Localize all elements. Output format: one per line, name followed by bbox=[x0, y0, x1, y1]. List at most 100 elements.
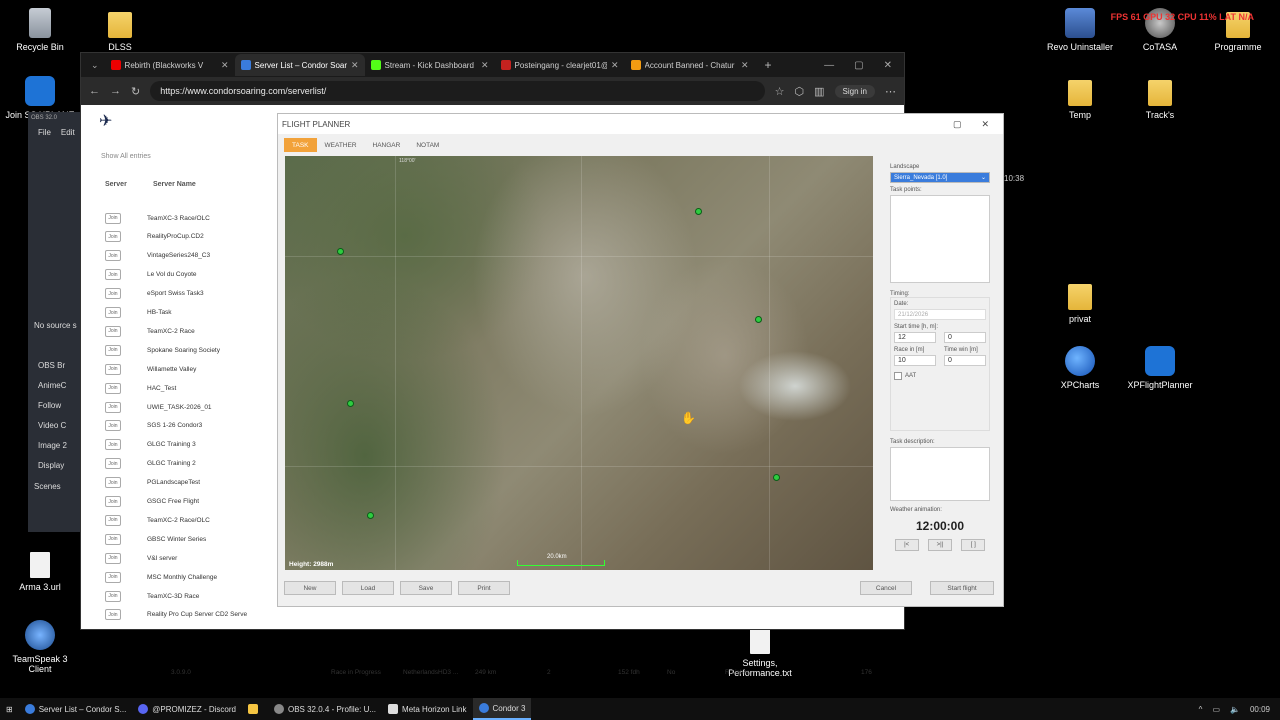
load-button[interactable]: Load bbox=[342, 581, 394, 595]
race-in-stepper[interactable]: 10 bbox=[894, 355, 936, 366]
save-button[interactable]: Save bbox=[400, 581, 452, 595]
close-icon[interactable]: ✕ bbox=[981, 119, 989, 130]
join-button[interactable]: Join bbox=[105, 344, 121, 356]
landscape-select[interactable]: Sierra_Nevada [1.0] ⌄ bbox=[890, 172, 990, 183]
tab-list-icon[interactable]: ⌄ bbox=[85, 60, 105, 71]
tab-hangar[interactable]: HANGAR bbox=[365, 138, 409, 152]
anim-rewind-button[interactable]: |< bbox=[894, 539, 919, 551]
desktop-icon-xpcharts[interactable]: XPCharts bbox=[1040, 346, 1120, 390]
airport-marker[interactable] bbox=[755, 316, 762, 323]
join-button[interactable]: Join bbox=[105, 307, 121, 318]
obs-source-item[interactable]: Follow bbox=[38, 396, 80, 416]
join-button[interactable]: Join bbox=[105, 571, 121, 583]
join-button[interactable]: Join bbox=[105, 363, 121, 375]
anim-stop-button[interactable]: [ ] bbox=[961, 539, 986, 551]
network-icon[interactable]: ▭ bbox=[1212, 705, 1220, 714]
clock[interactable]: 00:09 bbox=[1250, 705, 1270, 714]
task-description-field[interactable] bbox=[890, 447, 990, 501]
airport-marker[interactable] bbox=[367, 512, 374, 519]
join-button[interactable]: Join bbox=[105, 325, 121, 337]
taskbar-item-obs[interactable]: OBS 32.0.4 - Profile: U... bbox=[268, 698, 382, 720]
tab-posteingang[interactable]: Posteingang - clearjet01@ ✕ bbox=[495, 54, 625, 76]
desktop-icon-xpflightplanner[interactable]: XPFlightPlanner bbox=[1120, 346, 1200, 390]
taskbar-item-server-list[interactable]: Server List – Condor S... bbox=[19, 698, 133, 720]
tab-notam[interactable]: NOTAM bbox=[408, 138, 447, 152]
task-map[interactable]: 118°00' ✋ Height: 2988m 20.0km bbox=[285, 156, 873, 570]
taskbar-item-explorer[interactable] bbox=[242, 698, 268, 720]
sidebar-icon[interactable]: ▥ bbox=[814, 85, 824, 98]
menu-icon[interactable]: ⋯ bbox=[885, 85, 896, 98]
desktop-icon-teamspeak[interactable]: TeamSpeak 3 Client bbox=[0, 620, 80, 674]
tab-server-list[interactable]: Server List – Condor Soar ✕ bbox=[234, 54, 365, 76]
forward-icon[interactable]: → bbox=[110, 85, 121, 97]
join-button[interactable]: Join bbox=[105, 458, 121, 470]
obs-source-item[interactable]: Image 2 bbox=[38, 436, 80, 456]
join-button[interactable]: Join bbox=[105, 250, 121, 262]
join-button[interactable]: Join bbox=[105, 496, 121, 507]
obs-menu-file[interactable]: File bbox=[38, 128, 51, 137]
obs-source-item[interactable]: OBS Br bbox=[38, 356, 80, 376]
start-flight-button[interactable]: Start flight bbox=[930, 581, 994, 595]
taskbar-item-meta[interactable]: Meta Horizon Link bbox=[382, 698, 472, 720]
close-icon[interactable]: ✕ bbox=[611, 60, 619, 71]
entries-select[interactable]: Show All entries bbox=[101, 153, 151, 160]
start-minute-stepper[interactable]: 0 bbox=[944, 332, 986, 343]
desktop-icon-arma[interactable]: Arma 3.url bbox=[0, 552, 80, 592]
anim-play-pause-button[interactable]: >|| bbox=[927, 539, 952, 551]
star-icon[interactable]: ☆ bbox=[775, 85, 785, 98]
cancel-button[interactable]: Cancel bbox=[860, 581, 912, 595]
join-button[interactable]: Join bbox=[105, 590, 121, 602]
join-button[interactable]: Join bbox=[105, 269, 121, 281]
tab-account-banned[interactable]: Account Banned - Chatur ✕ bbox=[625, 54, 755, 76]
windows-start-icon[interactable]: ⊞ bbox=[0, 698, 19, 720]
new-button[interactable]: New bbox=[284, 581, 336, 595]
close-icon[interactable]: ✕ bbox=[351, 60, 359, 71]
join-button[interactable]: Join bbox=[105, 609, 121, 621]
join-button[interactable]: Join bbox=[105, 439, 121, 451]
desktop-icon-dlss[interactable]: DLSS bbox=[80, 8, 160, 52]
desktop-icon-tracks[interactable]: Track's bbox=[1120, 76, 1200, 120]
obs-source-item[interactable]: Display bbox=[38, 456, 80, 476]
column-server[interactable]: Server bbox=[105, 181, 127, 188]
desktop-icon-revo[interactable]: Revo Uninstaller bbox=[1040, 8, 1120, 52]
join-button[interactable]: Join bbox=[105, 382, 121, 394]
desktop-icon-privat[interactable]: privat bbox=[1040, 280, 1120, 324]
print-button[interactable]: Print bbox=[458, 581, 510, 595]
flight-planner-window[interactable]: FLIGHT PLANNER ▢ ✕ TASK WEATHER HANGAR N… bbox=[277, 113, 1004, 607]
join-button[interactable]: Join bbox=[105, 514, 121, 526]
task-points-list[interactable] bbox=[890, 195, 990, 283]
obs-source-item[interactable]: Video C bbox=[38, 416, 80, 436]
date-field[interactable]: 21/12/2026 bbox=[894, 309, 986, 320]
join-button[interactable]: Join bbox=[105, 401, 121, 413]
tab-kick-dashboard[interactable]: Stream - Kick Dashboard ✕ bbox=[365, 54, 495, 76]
new-tab-icon[interactable]: + bbox=[755, 58, 782, 72]
desktop-icon-recycle-bin[interactable]: Recycle Bin bbox=[0, 8, 80, 52]
tab-task[interactable]: TASK bbox=[284, 138, 317, 152]
taskbar-item-discord[interactable]: @PROMIZEZ - Discord bbox=[132, 698, 242, 720]
obs-menu-edit[interactable]: Edit bbox=[61, 128, 75, 137]
close-icon[interactable]: ✕ bbox=[741, 60, 749, 71]
join-button[interactable]: Join bbox=[105, 552, 121, 564]
reload-icon[interactable]: ↻ bbox=[131, 85, 140, 98]
extension-icon[interactable]: ⬡ bbox=[795, 85, 805, 98]
maximize-icon[interactable]: ▢ bbox=[953, 119, 962, 130]
desktop-icon-temp[interactable]: Temp bbox=[1040, 76, 1120, 120]
time-window-stepper[interactable]: 0 bbox=[944, 355, 986, 366]
back-icon[interactable]: ← bbox=[89, 85, 100, 97]
maximize-icon[interactable]: ▢ bbox=[854, 60, 863, 71]
volume-icon[interactable]: 🔈 bbox=[1230, 705, 1240, 714]
airport-marker[interactable] bbox=[773, 474, 780, 481]
obs-source-item[interactable]: AnimeC bbox=[38, 376, 80, 396]
join-button[interactable]: Join bbox=[105, 231, 121, 243]
close-icon[interactable]: ✕ bbox=[221, 60, 229, 71]
join-button[interactable]: Join bbox=[105, 420, 121, 432]
close-icon[interactable]: ✕ bbox=[884, 60, 892, 71]
close-icon[interactable]: ✕ bbox=[481, 60, 489, 71]
obs-window[interactable]: OBS 32.0 File Edit No source s OBS Br An… bbox=[28, 112, 80, 532]
taskbar-item-condor[interactable]: Condor 3 bbox=[472, 698, 532, 720]
minimize-icon[interactable]: — bbox=[824, 60, 834, 71]
start-hour-stepper[interactable]: 12 bbox=[894, 332, 936, 343]
tab-weather[interactable]: WEATHER bbox=[317, 138, 365, 152]
airport-marker[interactable] bbox=[347, 400, 354, 407]
tab-rebirth[interactable]: Rebirth (Blackworks V ✕ bbox=[105, 54, 235, 76]
